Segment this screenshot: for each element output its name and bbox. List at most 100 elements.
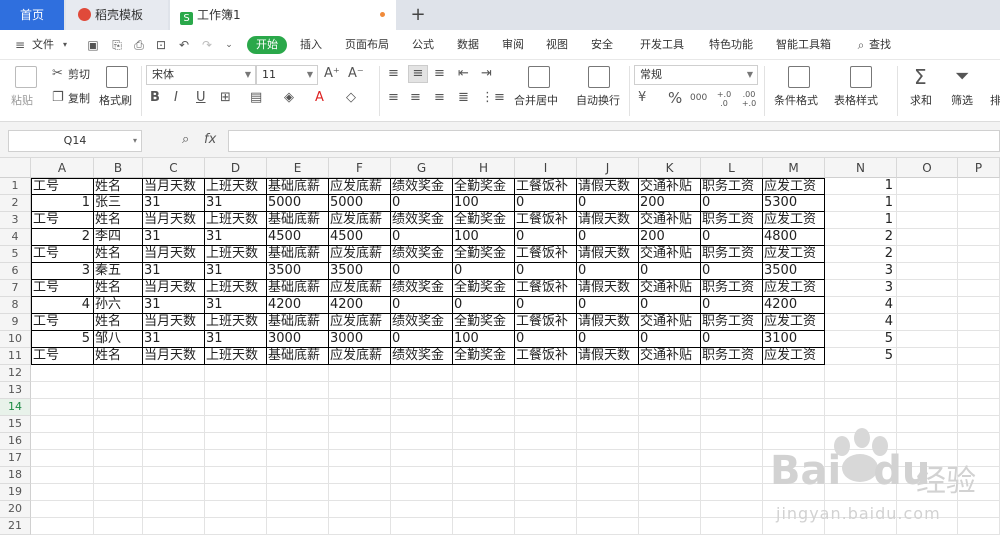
cell[interactable]: 0: [701, 331, 763, 348]
menu-developer[interactable]: 开发工具: [640, 37, 684, 53]
cell[interactable]: 孙六: [94, 297, 143, 314]
cell[interactable]: 应发底薪: [329, 212, 391, 229]
cell[interactable]: [31, 450, 94, 467]
row-header-5[interactable]: 5: [0, 246, 31, 263]
cell[interactable]: [267, 433, 329, 450]
cell[interactable]: [94, 382, 143, 399]
cell[interactable]: 3: [825, 263, 897, 280]
cell[interactable]: [763, 399, 825, 416]
cell[interactable]: 3: [825, 280, 897, 297]
cell[interactable]: [143, 467, 205, 484]
cell[interactable]: [701, 382, 763, 399]
cell[interactable]: 5: [825, 348, 897, 365]
cell[interactable]: 2: [825, 246, 897, 263]
cell[interactable]: 姓名: [94, 348, 143, 365]
cell[interactable]: [31, 501, 94, 518]
cell[interactable]: 0: [701, 195, 763, 212]
cell[interactable]: [701, 416, 763, 433]
row-header-13[interactable]: 13: [0, 382, 31, 399]
select-all-corner[interactable]: [0, 158, 31, 178]
cell[interactable]: [515, 484, 577, 501]
save-icon[interactable]: ▣: [86, 38, 100, 52]
cell[interactable]: [639, 399, 701, 416]
row-header-6[interactable]: 6: [0, 263, 31, 280]
italic-button[interactable]: I: [174, 90, 178, 106]
column-header-p[interactable]: P: [958, 158, 1000, 178]
align-right-icon[interactable]: ≡: [434, 90, 445, 106]
paste-button[interactable]: 粘贴: [10, 64, 42, 118]
cell[interactable]: 全勤奖金: [453, 314, 515, 331]
cut-button[interactable]: 剪切: [68, 68, 90, 82]
cell[interactable]: [453, 365, 515, 382]
cell[interactable]: 请假天数: [577, 178, 639, 195]
cell[interactable]: [391, 365, 453, 382]
cell[interactable]: 工餐饭补: [515, 314, 577, 331]
row-header-14[interactable]: 14: [0, 399, 31, 416]
cell[interactable]: [453, 382, 515, 399]
redo-icon[interactable]: ↷: [200, 38, 214, 52]
increase-decimal-button[interactable]: +.0 .0: [714, 90, 734, 108]
format-painter-button[interactable]: 格式刷: [98, 64, 136, 118]
cell[interactable]: 应发底薪: [329, 178, 391, 195]
row-header-8[interactable]: 8: [0, 297, 31, 314]
cell[interactable]: 基础底薪: [267, 314, 329, 331]
cell[interactable]: 应发工资: [763, 246, 825, 263]
cell[interactable]: 100: [453, 195, 515, 212]
cell[interactable]: [94, 416, 143, 433]
cell[interactable]: 0: [577, 263, 639, 280]
sort-button[interactable]: 排: [988, 64, 1000, 118]
cell[interactable]: [205, 450, 267, 467]
cell[interactable]: [515, 382, 577, 399]
cell[interactable]: [143, 399, 205, 416]
cell[interactable]: [453, 433, 515, 450]
cell[interactable]: [267, 416, 329, 433]
cell[interactable]: 绩效奖金: [391, 212, 453, 229]
cell[interactable]: [577, 450, 639, 467]
cell[interactable]: 1: [825, 195, 897, 212]
cell[interactable]: [701, 433, 763, 450]
tab-templates[interactable]: 稻壳模板: [66, 0, 168, 30]
cell[interactable]: [958, 246, 1000, 263]
cell[interactable]: 全勤奖金: [453, 212, 515, 229]
menu-special[interactable]: 特色功能: [709, 37, 753, 53]
cell[interactable]: [205, 382, 267, 399]
cell[interactable]: [31, 433, 94, 450]
cell[interactable]: [577, 518, 639, 535]
border-icon[interactable]: ⊞: [220, 90, 231, 106]
cell[interactable]: [143, 484, 205, 501]
cell[interactable]: [453, 501, 515, 518]
sum-button[interactable]: Σ 求和: [906, 64, 942, 118]
distributed-align-icon[interactable]: ⋮≡: [481, 90, 505, 106]
cell[interactable]: 上班天数: [205, 178, 267, 195]
cell[interactable]: 0: [515, 331, 577, 348]
name-box[interactable]: Q14 ▾: [8, 130, 142, 152]
cell[interactable]: [143, 501, 205, 518]
cell[interactable]: 5000: [267, 195, 329, 212]
cell[interactable]: [577, 484, 639, 501]
menu-file[interactable]: 文件: [32, 37, 54, 53]
column-header-o[interactable]: O: [897, 158, 958, 178]
cell[interactable]: [391, 450, 453, 467]
align-middle-icon[interactable]: ≡: [408, 65, 428, 83]
cell[interactable]: 基础底薪: [267, 348, 329, 365]
cell[interactable]: [391, 518, 453, 535]
hamburger-menu-icon[interactable]: ≡: [13, 38, 27, 52]
cell[interactable]: [453, 416, 515, 433]
cell[interactable]: 张三: [94, 195, 143, 212]
menu-insert[interactable]: 插入: [300, 37, 322, 53]
cell[interactable]: 31: [143, 297, 205, 314]
menu-search[interactable]: 查找: [869, 37, 891, 53]
cell[interactable]: [205, 416, 267, 433]
cell[interactable]: 31: [143, 263, 205, 280]
cell[interactable]: [825, 382, 897, 399]
cell[interactable]: [267, 501, 329, 518]
cell[interactable]: [825, 365, 897, 382]
tab-workbook[interactable]: S 工作簿1: [170, 0, 396, 30]
cell[interactable]: [577, 416, 639, 433]
cell[interactable]: 上班天数: [205, 246, 267, 263]
cell[interactable]: 2: [825, 229, 897, 246]
row-header-20[interactable]: 20: [0, 501, 31, 518]
cell[interactable]: 4200: [329, 297, 391, 314]
cell[interactable]: 3500: [267, 263, 329, 280]
cell[interactable]: [639, 450, 701, 467]
